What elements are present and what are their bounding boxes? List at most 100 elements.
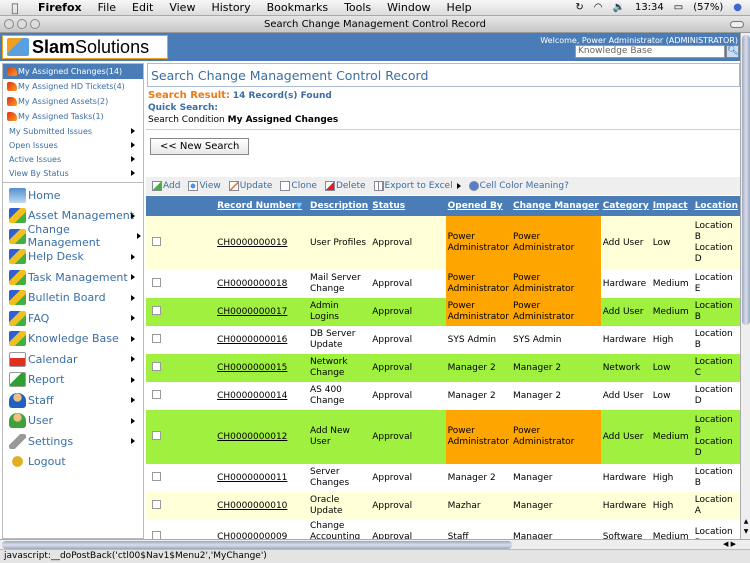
row-checkbox[interactable] <box>152 430 161 440</box>
row-checkbox[interactable] <box>152 333 161 343</box>
minimize-window-button[interactable] <box>17 19 27 29</box>
table-row[interactable]: CH0000000009 Change Accounting Sofware App… <box>146 520 740 539</box>
sidebar-item-user[interactable]: User <box>3 411 143 432</box>
row-checkbox[interactable] <box>152 471 161 481</box>
sidebar-item-active-issues[interactable]: Active Issues <box>3 152 143 166</box>
view-button[interactable]: View <box>188 181 221 191</box>
sidebar-item-settings[interactable]: Settings <box>3 431 143 452</box>
sidebar-item-report[interactable]: Report <box>3 370 143 391</box>
delete-button[interactable]: Delete <box>324 181 366 191</box>
table-row[interactable]: CH0000000015 Network Change Approval Manage… <box>146 354 740 382</box>
logo[interactable]: Slam Solutions <box>2 35 168 59</box>
column-header-opened-by[interactable]: Opened By <box>445 196 512 216</box>
wifi-icon[interactable]: ◠ <box>594 2 603 13</box>
menu-app[interactable]: Firefox <box>30 1 90 14</box>
sidebar-item-faq[interactable]: FAQ <box>3 308 143 329</box>
column-header-status[interactable]: Status <box>370 196 446 216</box>
row-checkbox[interactable] <box>152 531 161 539</box>
spotlight-icon[interactable]: ● <box>733 2 742 13</box>
vertical-scrollbar[interactable]: ▲ ▼ <box>740 33 750 539</box>
row-checkbox[interactable] <box>152 361 161 371</box>
horizontal-scrollbar[interactable]: ◀ ▶ <box>0 539 750 549</box>
row-checkbox[interactable] <box>152 499 161 509</box>
table-row[interactable]: CH0000000016 DB Server Update Approval SYS … <box>146 326 740 354</box>
battery-icon[interactable]: ▭ <box>674 2 683 13</box>
sidebar-item-knowledge-base[interactable]: Knowledge Base <box>3 329 143 350</box>
menu-window[interactable]: Window <box>379 1 438 14</box>
zoom-window-button[interactable] <box>30 19 40 29</box>
sync-icon[interactable]: ↻ <box>575 2 583 13</box>
column-header-category[interactable]: Category <box>600 196 651 216</box>
sort-desc-icon[interactable]: ▼ <box>296 201 302 210</box>
apple-icon[interactable]:  <box>0 1 30 15</box>
search-icon[interactable]: 🔍︎ <box>726 45 739 58</box>
column-header-location[interactable]: Location <box>692 196 740 216</box>
table-row[interactable]: CH0000000017 Admin Logins Approval Power Ad… <box>146 298 740 326</box>
sidebar-item-bulletin-board[interactable]: Bulletin Board <box>3 288 143 309</box>
scroll-down-arrow[interactable]: ▼ <box>742 528 750 537</box>
sidebar-item-task-management[interactable]: Task Management <box>3 267 143 288</box>
table-row[interactable]: CH0000000012 Add New User Approval Power Ad… <box>146 410 740 464</box>
sidebar-item-logout[interactable]: Logout <box>3 452 143 473</box>
column-header-impact[interactable]: Impact <box>650 196 693 216</box>
sidebar-item-open-issues[interactable]: Open Issues <box>3 138 143 152</box>
column-header-record-number[interactable]: Record Number▼ <box>215 196 308 216</box>
sidebar-item-home[interactable]: Home <box>3 185 143 206</box>
row-checkbox[interactable] <box>152 389 161 399</box>
record-number-link[interactable]: CH0000000018 <box>217 279 287 289</box>
record-number-link[interactable]: CH0000000012 <box>217 432 287 442</box>
record-number-link[interactable]: CH0000000015 <box>217 363 287 373</box>
record-number-link[interactable]: CH0000000010 <box>217 501 287 511</box>
row-checkbox[interactable] <box>152 277 161 287</box>
sidebar-item-staff[interactable]: Staff <box>3 390 143 411</box>
record-number-link[interactable]: CH0000000017 <box>217 307 287 317</box>
sidebar-item-my-submitted-issues[interactable]: My Submitted Issues <box>3 124 143 138</box>
new-search-button[interactable]: << New Search <box>150 138 250 155</box>
horizontal-scroll-thumb[interactable] <box>2 541 512 549</box>
toolbar-toggle-button[interactable] <box>730 21 744 28</box>
vertical-scroll-thumb[interactable] <box>742 35 750 325</box>
column-header-description[interactable]: Description <box>308 196 371 216</box>
menu-bookmarks[interactable]: Bookmarks <box>259 1 336 14</box>
menu-edit[interactable]: Edit <box>124 1 161 14</box>
menu-tools[interactable]: Tools <box>336 1 379 14</box>
row-checkbox[interactable] <box>152 236 161 246</box>
scroll-up-arrow[interactable]: ▲ <box>742 518 750 527</box>
knowledge-base-search-input[interactable]: Knowledge Base <box>575 45 725 58</box>
scroll-left-right-arrows[interactable]: ◀ ▶ <box>723 540 736 548</box>
update-button[interactable]: Update <box>228 181 272 191</box>
battery-percent[interactable]: (57%) <box>693 2 723 13</box>
window-titlebar: Search Change Management Control Record <box>0 16 750 33</box>
sidebar-item-calendar[interactable]: Calendar <box>3 349 143 370</box>
sidebar-item-my-assigned-tasks[interactable]: My Assigned Tasks(1) <box>3 109 143 124</box>
menu-view[interactable]: View <box>161 1 203 14</box>
sidebar-item-my-assigned-assets[interactable]: My Assigned Assets(2) <box>3 94 143 109</box>
table-row[interactable]: CH0000000011 Server Changes Approval Manage… <box>146 464 740 492</box>
row-checkbox[interactable] <box>152 305 161 315</box>
table-row[interactable]: CH0000000019 User Profiles Approval Power A… <box>146 216 740 270</box>
column-header-change-manager[interactable]: Change Manager <box>511 196 601 216</box>
export-excel-button[interactable]: Export to Excel <box>373 181 461 191</box>
record-number-link[interactable]: CH0000000011 <box>217 473 287 483</box>
menu-help[interactable]: Help <box>439 1 480 14</box>
add-button[interactable]: Add <box>152 181 180 191</box>
record-number-link[interactable]: CH0000000014 <box>217 391 287 401</box>
record-number-link[interactable]: CH0000000009 <box>217 532 287 539</box>
record-number-link[interactable]: CH0000000019 <box>217 238 287 248</box>
clone-button[interactable]: Clone <box>280 181 317 191</box>
sidebar-item-change-management[interactable]: Change Management <box>3 223 143 249</box>
record-number-link[interactable]: CH0000000016 <box>217 335 287 345</box>
clock[interactable]: 13:34 <box>635 2 664 13</box>
sidebar-item-help-desk[interactable]: Help Desk <box>3 247 143 268</box>
table-row[interactable]: CH0000000014 AS 400 Change Approval Manager… <box>146 382 740 410</box>
sidebar-item-my-assigned-changes[interactable]: My Assigned Changes(14) <box>3 64 143 79</box>
volume-icon[interactable]: 🔉 <box>613 2 625 13</box>
sidebar-item-my-assigned-hd-tickets[interactable]: My Assigned HD Tickets(4) <box>3 79 143 94</box>
table-row[interactable]: CH0000000010 Oracle Update Approval Mazhar M… <box>146 492 740 520</box>
table-row[interactable]: CH0000000018 Mail Server Change Approval Po… <box>146 270 740 298</box>
menu-file[interactable]: File <box>90 1 124 14</box>
close-window-button[interactable] <box>4 19 14 29</box>
menu-history[interactable]: History <box>203 1 258 14</box>
sidebar-item-view-by-status[interactable]: View By Status <box>3 166 143 180</box>
cell-color-meaning-button[interactable]: Cell Color Meaning? <box>468 181 569 191</box>
